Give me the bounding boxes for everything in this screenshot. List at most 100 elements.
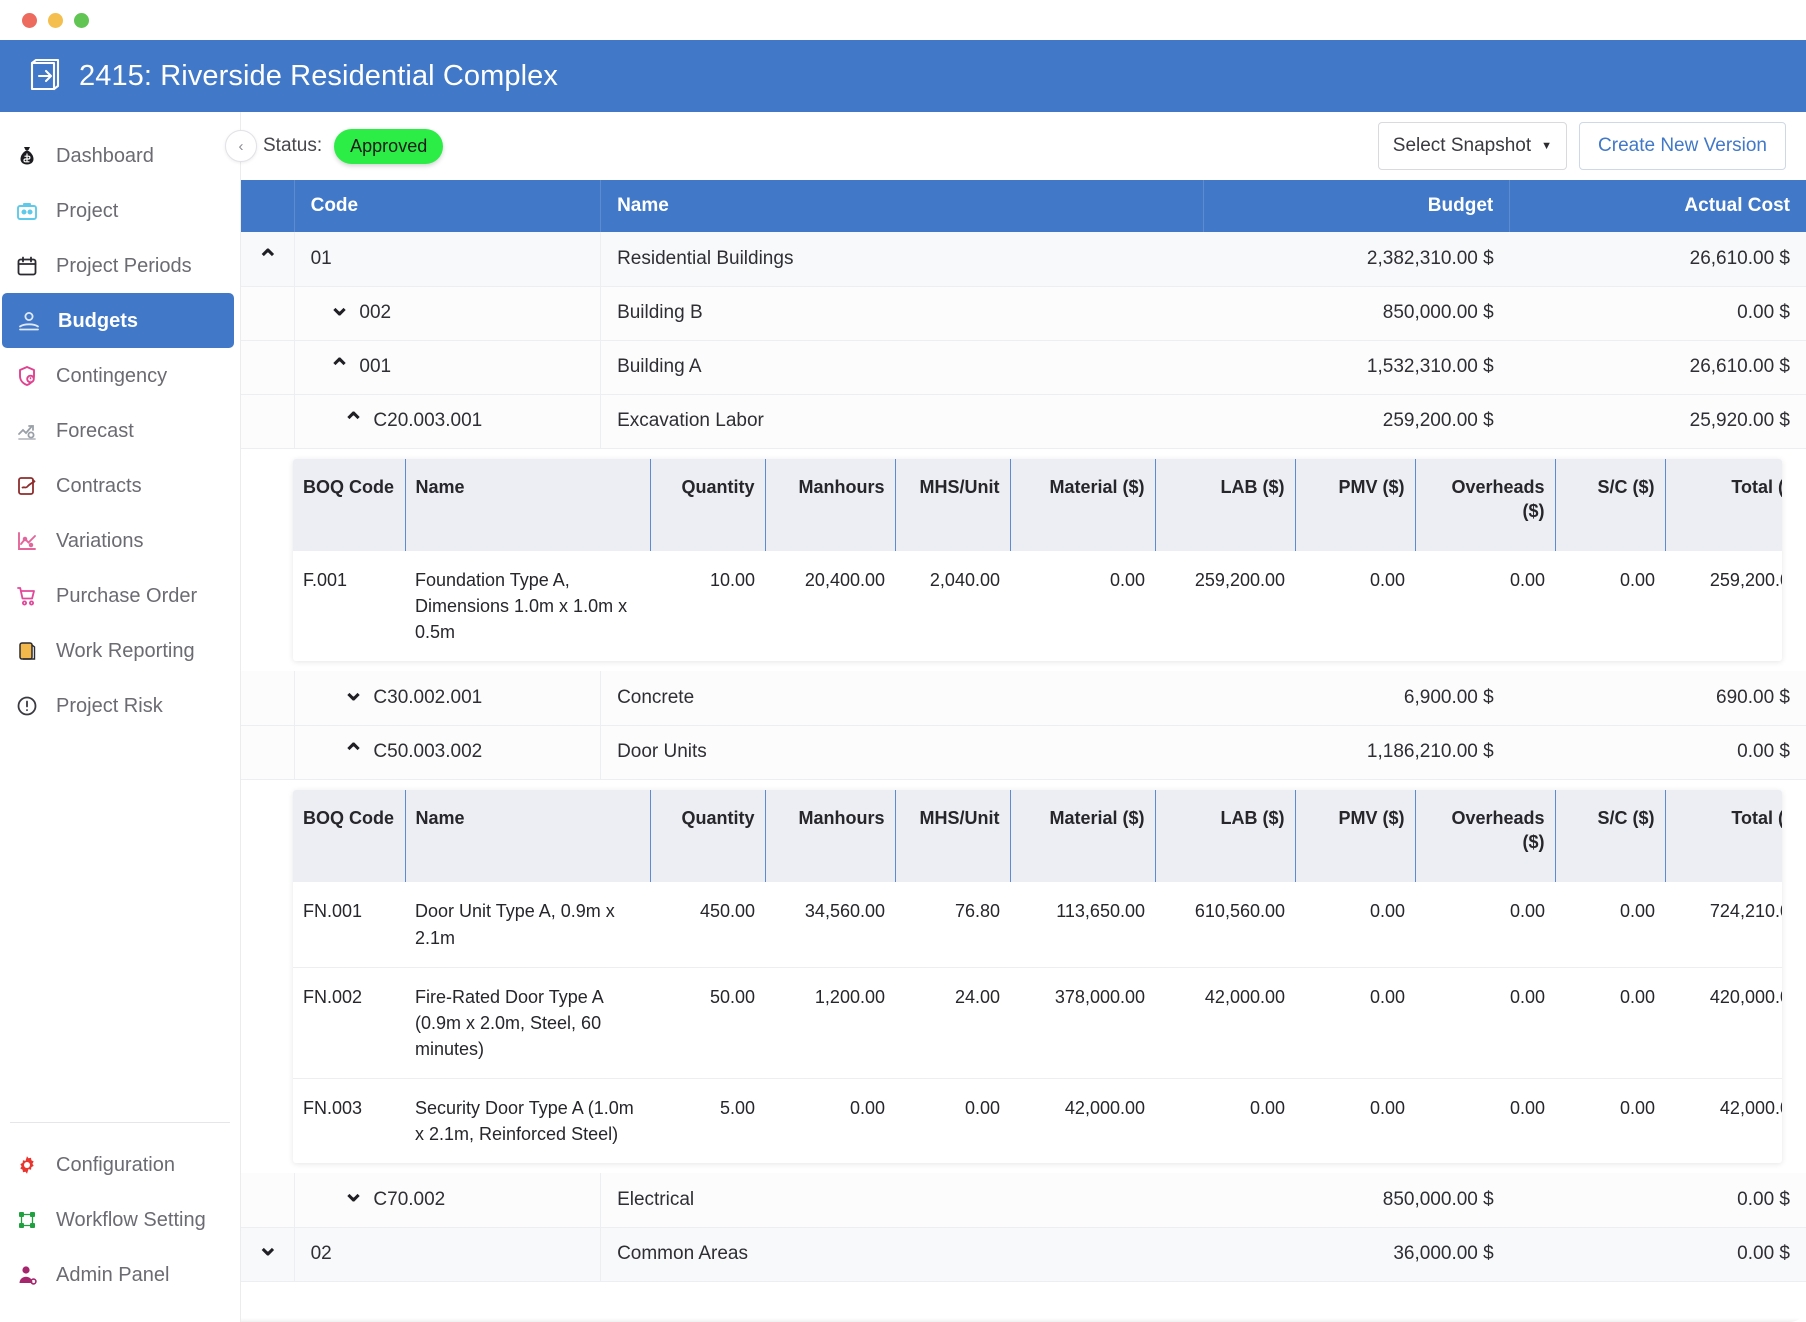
boq-column-code: BOQ Code bbox=[293, 459, 405, 552]
calendar-icon bbox=[14, 253, 40, 279]
budget-table-container[interactable]: Code Name Budget Actual Cost 01 Resident… bbox=[241, 180, 1806, 1322]
column-header-budget[interactable]: Budget bbox=[1203, 180, 1509, 232]
row-expand-spacer bbox=[241, 340, 294, 394]
chevron-down-icon[interactable] bbox=[343, 1189, 365, 1210]
chevron-down-icon[interactable] bbox=[343, 688, 365, 709]
row-code-cell[interactable]: C20.003.001 bbox=[294, 394, 600, 448]
sidebar-item-dashboard[interactable]: Dashboard bbox=[0, 128, 240, 183]
row-expand-toggle[interactable] bbox=[241, 1227, 294, 1281]
sidebar-item-contingency[interactable]: Contingency bbox=[0, 348, 240, 403]
sidebar-item-forecast[interactable]: Forecast bbox=[0, 403, 240, 458]
table-row[interactable]: 02 Common Areas 36,000.00 $ 0.00 $ bbox=[241, 1227, 1806, 1281]
sidebar-item-configuration[interactable]: Configuration bbox=[0, 1137, 240, 1192]
app-body: Dashboard Project Project Periods Budget… bbox=[0, 112, 1806, 1322]
boq-code: FN.001 bbox=[293, 882, 405, 967]
boq-column-lab: LAB ($) bbox=[1155, 790, 1295, 883]
table-row[interactable]: C70.002 Electrical 850,000.00 $ 0.00 $ bbox=[241, 1173, 1806, 1227]
window-close-button[interactable] bbox=[22, 13, 37, 28]
chevron-up-icon[interactable] bbox=[343, 411, 365, 432]
boq-row[interactable]: FN.001 Door Unit Type A, 0.9m x 2.1m 450… bbox=[293, 882, 1782, 967]
boq-material: 378,000.00 bbox=[1010, 967, 1155, 1078]
sidebar-item-budgets[interactable]: Budgets bbox=[2, 293, 234, 348]
boq-detail-panel-excavation: BOQ Code Name Quantity Manhours MHS/Unit… bbox=[293, 459, 1782, 662]
row-code-cell[interactable]: 001 bbox=[294, 340, 600, 394]
row-code-cell[interactable]: C30.002.001 bbox=[294, 671, 600, 725]
chevron-up-icon[interactable] bbox=[329, 357, 351, 378]
column-header-actual-cost[interactable]: Actual Cost bbox=[1510, 180, 1806, 232]
money-bag-icon bbox=[14, 143, 40, 169]
boq-total: 420,000.00 bbox=[1665, 967, 1782, 1078]
boq-code: FN.003 bbox=[293, 1078, 405, 1163]
nested-detail-row: BOQ Code Name Quantity Manhours MHS/Unit… bbox=[241, 448, 1806, 671]
table-row[interactable]: 01 Residential Buildings 2,382,310.00 $ … bbox=[241, 232, 1806, 286]
sidebar-item-workflow-setting[interactable]: Workflow Setting bbox=[0, 1192, 240, 1247]
boq-sc: 0.00 bbox=[1555, 1078, 1665, 1163]
row-code-cell[interactable]: C70.002 bbox=[294, 1173, 600, 1227]
create-new-version-label: Create New Version bbox=[1598, 135, 1767, 157]
boq-column-pmv: PMV ($) bbox=[1295, 790, 1415, 883]
sidebar-spacer bbox=[0, 733, 240, 1122]
sidebar-item-project-periods[interactable]: Project Periods bbox=[0, 238, 240, 293]
table-row[interactable]: C20.003.001 Excavation Labor 259,200.00 … bbox=[241, 394, 1806, 448]
boq-header-row: BOQ Code Name Quantity Manhours MHS/Unit… bbox=[293, 790, 1782, 883]
sidebar-item-label: Configuration bbox=[56, 1155, 175, 1175]
window-maximize-button[interactable] bbox=[74, 13, 89, 28]
column-header-code[interactable]: Code bbox=[294, 180, 600, 232]
boq-mhs-unit: 76.80 bbox=[895, 882, 1010, 967]
sidebar-collapse-button[interactable]: ‹ bbox=[225, 130, 257, 162]
sidebar-item-work-reporting[interactable]: Work Reporting bbox=[0, 623, 240, 678]
window-minimize-button[interactable] bbox=[48, 13, 63, 28]
create-new-version-button[interactable]: Create New Version bbox=[1579, 122, 1786, 170]
boq-column-material: Material ($) bbox=[1010, 459, 1155, 552]
sidebar-item-admin-panel[interactable]: Admin Panel bbox=[0, 1247, 240, 1302]
row-expand-toggle[interactable] bbox=[241, 232, 294, 286]
sidebar: Dashboard Project Project Periods Budget… bbox=[0, 112, 241, 1322]
boq-row[interactable]: FN.002 Fire-Rated Door Type A (0.9m x 2.… bbox=[293, 967, 1782, 1078]
boq-column-total: Total ($) bbox=[1665, 459, 1782, 552]
sidebar-item-label: Admin Panel bbox=[56, 1265, 169, 1285]
select-snapshot-dropdown[interactable]: Select Snapshot ▼ bbox=[1378, 122, 1567, 170]
boq-lab: 610,560.00 bbox=[1155, 882, 1295, 967]
briefcase-icon bbox=[14, 198, 40, 224]
boq-row[interactable]: F.001 Foundation Type A, Dimensions 1.0m… bbox=[293, 551, 1782, 661]
boq-total: 724,210.00 bbox=[1665, 882, 1782, 967]
sidebar-item-label: Budgets bbox=[58, 311, 138, 331]
sidebar-item-project-risk[interactable]: Project Risk bbox=[0, 678, 240, 733]
table-row[interactable]: C50.003.002 Door Units 1,186,210.00 $ 0.… bbox=[241, 725, 1806, 779]
chevron-up-icon[interactable] bbox=[343, 742, 365, 763]
sidebar-item-label: Dashboard bbox=[56, 146, 154, 166]
row-code: C30.002.001 bbox=[373, 687, 482, 709]
boq-code: FN.002 bbox=[293, 967, 405, 1078]
sidebar-item-project[interactable]: Project bbox=[0, 183, 240, 238]
chevron-down-icon bbox=[257, 1243, 279, 1264]
boq-quantity: 10.00 bbox=[650, 551, 765, 661]
table-row[interactable]: 001 Building A 1,532,310.00 $ 26,610.00 … bbox=[241, 340, 1806, 394]
sidebar-item-variations[interactable]: Variations bbox=[0, 513, 240, 568]
boq-quantity: 450.00 bbox=[650, 882, 765, 967]
row-code: 002 bbox=[359, 302, 391, 324]
row-code-cell[interactable]: C50.003.002 bbox=[294, 725, 600, 779]
boq-material: 0.00 bbox=[1010, 551, 1155, 661]
boq-manhours: 1,200.00 bbox=[765, 967, 895, 1078]
select-snapshot-label: Select Snapshot bbox=[1393, 135, 1531, 157]
chevron-down-icon[interactable] bbox=[329, 303, 351, 324]
sidebar-item-purchase-order[interactable]: Purchase Order bbox=[0, 568, 240, 623]
boq-column-manhours: Manhours bbox=[765, 790, 895, 883]
sidebar-divider bbox=[10, 1122, 230, 1123]
boq-row[interactable]: FN.003 Security Door Type A (1.0m x 2.1m… bbox=[293, 1078, 1782, 1163]
column-header-toggle[interactable] bbox=[241, 180, 294, 232]
table-row[interactable]: 002 Building B 850,000.00 $ 0.00 $ bbox=[241, 286, 1806, 340]
row-budget: 6,900.00 $ bbox=[1203, 671, 1509, 725]
nested-detail-row: BOQ Code Name Quantity Manhours MHS/Unit… bbox=[241, 779, 1806, 1173]
table-row[interactable]: C30.002.001 Concrete 6,900.00 $ 690.00 $ bbox=[241, 671, 1806, 725]
row-code-cell[interactable]: 002 bbox=[294, 286, 600, 340]
boq-mhs-unit: 24.00 bbox=[895, 967, 1010, 1078]
boq-name: Fire-Rated Door Type A (0.9m x 2.0m, Ste… bbox=[405, 967, 650, 1078]
boq-table-head: BOQ Code Name Quantity Manhours MHS/Unit… bbox=[293, 459, 1782, 552]
boq-column-overheads: Overheads ($) bbox=[1415, 459, 1555, 552]
sidebar-item-label: Contingency bbox=[56, 366, 167, 386]
sidebar-item-contracts[interactable]: Contracts bbox=[0, 458, 240, 513]
boq-lab: 42,000.00 bbox=[1155, 967, 1295, 1078]
column-header-name[interactable]: Name bbox=[601, 180, 1204, 232]
boq-column-sc: S/C ($) bbox=[1555, 790, 1665, 883]
